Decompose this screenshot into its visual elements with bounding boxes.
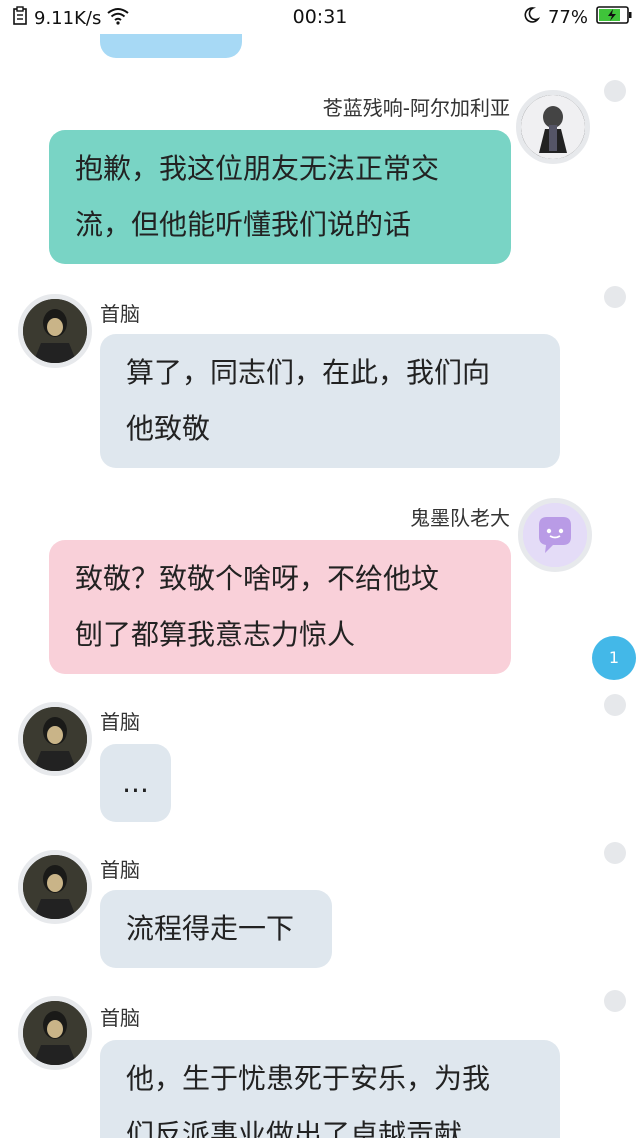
message-bubble[interactable]: ... — [100, 744, 171, 822]
message-text: 算了，同志们，在此，我们向 — [126, 356, 491, 389]
sender-name: 首脑 — [100, 710, 140, 734]
sender-name: 首脑 — [100, 1006, 140, 1030]
message-bubble-partial[interactable] — [100, 34, 242, 58]
avatar[interactable] — [18, 702, 92, 776]
unread-count-badge[interactable]: 1 — [592, 636, 636, 680]
message-bubble[interactable]: 致敬？致敬个啥呀，不给他坟 刨了都算我意志力惊人 — [49, 540, 511, 674]
message-text: 流，但他能听懂我们说的话 — [75, 208, 412, 241]
sender-name: 首脑 — [100, 302, 140, 326]
read-status-dot — [604, 80, 626, 102]
sender-name: 首脑 — [100, 858, 140, 882]
avatar[interactable] — [18, 996, 92, 1070]
battery-charging-icon — [596, 6, 632, 29]
message-text: 致敬？致敬个啥呀，不给他坟 — [75, 562, 440, 595]
message-text: 们反派事业做出了卓越贡献 — [126, 1118, 463, 1138]
read-status-dot — [604, 990, 626, 1012]
message-bubble[interactable]: 抱歉，我这位朋友无法正常交 流，但他能听懂我们说的话 — [49, 130, 511, 264]
message-text: 他，生于忧患死于安乐，为我 — [126, 1062, 491, 1095]
status-right: 77% — [522, 6, 632, 29]
message-text: 抱歉，我这位朋友无法正常交 — [75, 152, 440, 185]
message-text: 刨了都算我意志力惊人 — [75, 618, 356, 651]
status-bar: 9.11K/s 00:31 77% — [0, 0, 640, 34]
avatar[interactable] — [518, 498, 592, 572]
read-status-dot — [604, 286, 626, 308]
avatar[interactable] — [18, 850, 92, 924]
message-text: 他致敬 — [126, 412, 211, 445]
moon-icon — [522, 6, 541, 29]
sender-name: 鬼墨队老大 — [410, 506, 510, 530]
battery-percent: 77% — [547, 7, 588, 28]
read-status-dot — [604, 694, 626, 716]
message-bubble[interactable]: 流程得走一下 — [100, 890, 332, 968]
message-bubble[interactable]: 他，生于忧患死于安乐，为我 们反派事业做出了卓越贡献 — [100, 1040, 560, 1138]
message-text: 流程得走一下 — [126, 912, 295, 945]
sender-name: 苍蓝残响-阿尔加利亚 — [322, 96, 510, 120]
message-text: ... — [122, 766, 149, 799]
chat-area[interactable]: 苍蓝残响-阿尔加利亚 抱歉，我这位朋友无法正常交 流，但他能听懂我们说的话 首脑… — [0, 34, 640, 1138]
avatar[interactable] — [516, 90, 590, 164]
read-status-dot — [604, 842, 626, 864]
avatar[interactable] — [18, 294, 92, 368]
message-bubble[interactable]: 算了，同志们，在此，我们向 他致敬 — [100, 334, 560, 468]
